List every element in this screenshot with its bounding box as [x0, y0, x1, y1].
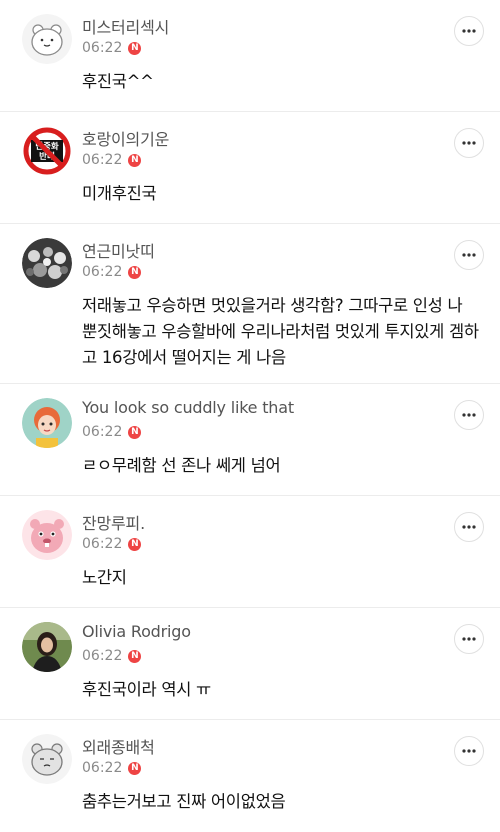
comment-list: 미스터리섹시 06:22 N 후진국^^ 민중화 반대 호랑이의기운 06:22	[0, 0, 500, 832]
more-options-button[interactable]	[454, 624, 484, 654]
comment-nickname[interactable]: You look so cuddly like that	[82, 398, 294, 417]
white-bear-avatar[interactable]	[22, 14, 72, 64]
comment-nickname[interactable]: 미스터리섹시	[82, 14, 169, 38]
anti-sign-avatar[interactable]: 민중화 반대	[22, 126, 72, 176]
comment-item: 미스터리섹시 06:22 N 후진국^^	[0, 0, 500, 112]
pink-beaver-avatar[interactable]	[22, 510, 72, 560]
new-badge: N	[128, 265, 142, 279]
comment-text: 후진국이라 역시 ㅠ	[82, 680, 211, 699]
woman-photo-avatar[interactable]	[22, 622, 72, 672]
comment-text: 춤추는거보고 진짜 어이없었음	[82, 792, 286, 811]
comment-meta: 06:22 N	[82, 151, 142, 169]
comment-item: You look so cuddly like that 06:22 N ㄹㅇ무…	[0, 384, 500, 496]
comment-time: 06:22	[82, 760, 123, 776]
comment-text: 후진국^^	[82, 72, 154, 91]
comment-meta: 06:22 N	[82, 535, 142, 553]
comment-text: ㄹㅇ무례함 선 존나 쎄게 넘어	[82, 456, 281, 475]
new-badge: N	[128, 153, 142, 167]
comment-time: 06:22	[82, 264, 123, 280]
comment-time: 06:22	[82, 152, 123, 168]
comment-meta: 06:22 N	[82, 759, 142, 777]
more-options-button[interactable]	[454, 16, 484, 46]
comment-item: 외래종배척 06:22 N 춤추는거보고 진짜 어이없었음	[0, 720, 500, 832]
new-badge: N	[128, 425, 142, 439]
more-options-icon	[462, 413, 476, 417]
comment-nickname[interactable]: 잔망루피.	[82, 510, 145, 534]
comment-item: 잔망루피. 06:22 N 노간지	[0, 496, 500, 608]
comment-time: 06:22	[82, 648, 123, 664]
more-options-icon	[462, 525, 476, 529]
new-badge: N	[128, 537, 142, 551]
more-options-button[interactable]	[454, 736, 484, 766]
more-options-button[interactable]	[454, 128, 484, 158]
group-photo-avatar[interactable]	[22, 238, 72, 288]
comment-item: 민중화 반대 호랑이의기운 06:22 N 미개후진국	[0, 112, 500, 224]
comment-time: 06:22	[82, 40, 123, 56]
comment-nickname[interactable]: 외래종배척	[82, 734, 155, 758]
more-options-icon	[462, 141, 476, 145]
new-badge: N	[128, 761, 142, 775]
comment-text: 미개후진국	[82, 184, 157, 203]
comment-meta: 06:22 N	[82, 263, 142, 281]
comment-text: 저래놓고 우승하면 멋있을거라 생각함? 그따구로 인성 나 뿐짓해놓고 우승할…	[82, 296, 479, 367]
comment-text: 노간지	[82, 568, 127, 587]
comment-nickname[interactable]: 연근미낫띠	[82, 238, 155, 262]
comment-nickname[interactable]: Olivia Rodrigo	[82, 622, 191, 641]
cartoon-girl-avatar[interactable]	[22, 398, 72, 448]
gray-bear-avatar[interactable]	[22, 734, 72, 784]
more-options-icon	[462, 749, 476, 753]
more-options-icon	[462, 29, 476, 33]
more-options-button[interactable]	[454, 400, 484, 430]
new-badge: N	[128, 649, 142, 663]
more-options-button[interactable]	[454, 240, 484, 270]
more-options-icon	[462, 253, 476, 257]
new-badge: N	[128, 41, 142, 55]
more-options-icon	[462, 637, 476, 641]
comment-meta: 06:22 N	[82, 647, 142, 665]
comment-meta: 06:22 N	[82, 39, 142, 57]
more-options-button[interactable]	[454, 512, 484, 542]
comment-time: 06:22	[82, 424, 123, 440]
comment-nickname[interactable]: 호랑이의기운	[82, 126, 169, 150]
comment-time: 06:22	[82, 536, 123, 552]
comment-item: Olivia Rodrigo 06:22 N 후진국이라 역시 ㅠ	[0, 608, 500, 720]
comment-item: 연근미낫띠 06:22 N 저래놓고 우승하면 멋있을거라 생각함? 그따구로 …	[0, 224, 500, 384]
comment-meta: 06:22 N	[82, 423, 142, 441]
